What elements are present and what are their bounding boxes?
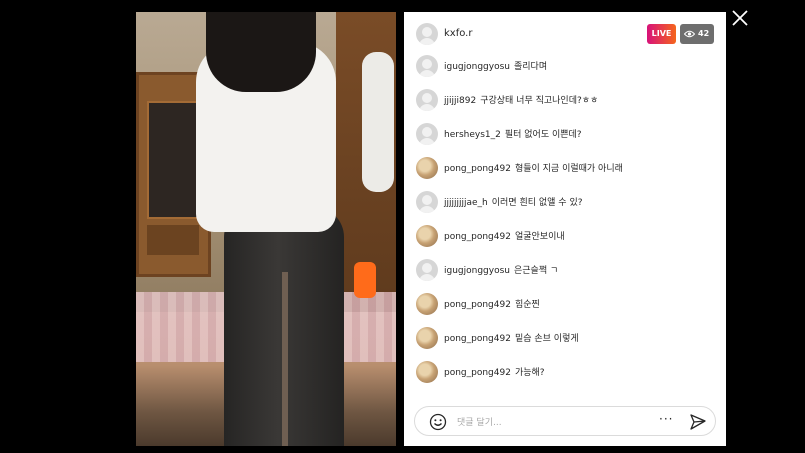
commenter-avatar[interactable] — [416, 157, 438, 179]
close-button[interactable] — [730, 8, 750, 28]
live-video[interactable] — [136, 12, 396, 446]
host-avatar[interactable] — [416, 23, 438, 45]
comment-username[interactable]: pong_pong492 — [444, 232, 511, 242]
comment-text: 힘순찐 — [514, 300, 540, 310]
comment-text: 형들이 지금 이럴때가 아니래 — [514, 164, 623, 174]
comment-username[interactable]: pong_pong492 — [444, 334, 511, 344]
eye-icon — [684, 30, 695, 38]
video-object — [354, 262, 376, 298]
commenter-avatar[interactable] — [416, 293, 438, 315]
comment-text: 얼굴안보이내 — [514, 232, 565, 242]
commenter-avatar[interactable] — [416, 191, 438, 213]
comment-item: igugjonggyosu 은근슬쩍 ㄱ — [404, 258, 726, 282]
comment-item: pong_pong492 가능해? — [404, 360, 726, 384]
commenter-avatar[interactable] — [416, 55, 438, 77]
comment-username[interactable]: pong_pong492 — [444, 368, 511, 378]
comment-item: pong_pong492 힘순찐 — [404, 292, 726, 316]
video-leg-gap — [282, 272, 288, 446]
viewer-count: 42 — [698, 29, 710, 38]
commenter-avatar[interactable] — [416, 259, 438, 281]
comment-input-bar[interactable]: 댓글 달기... ··· — [414, 406, 716, 436]
comment-username[interactable]: hersheys1_2 — [444, 130, 501, 140]
comment-input[interactable]: 댓글 달기... — [457, 415, 502, 428]
commenter-avatar[interactable] — [416, 89, 438, 111]
comment-username[interactable]: jjjjjjjjjae_h — [444, 198, 488, 208]
comment-item: pong_pong492 형들이 지금 이럴때가 아니래 — [404, 156, 726, 180]
comment-item: jjjjjjjjjae_h 이러면 흰티 없앨 수 있? — [404, 190, 726, 214]
live-badge: LIVE — [647, 24, 676, 44]
viewer-count-badge: 42 — [680, 24, 714, 44]
comment-username[interactable]: pong_pong492 — [444, 164, 511, 174]
live-comments-panel: kxfo.r LIVE 42 igugjonggyosu 졸리다며 jjijji8… — [404, 12, 726, 446]
commenter-avatar[interactable] — [416, 225, 438, 247]
comment-username[interactable]: jjijji892 — [444, 96, 476, 106]
comment-text: 은근슬쩍 ㄱ — [514, 266, 559, 276]
comment-text: 졸리다며 — [514, 62, 548, 72]
comment-item: hersheys1_2 필터 없어도 이쁜데? — [404, 122, 726, 146]
comment-item: jjijji892 구강상태 너무 직고나인데?ㅎㅎ — [404, 88, 726, 112]
video-person-hair — [206, 12, 316, 92]
emoji-icon — [429, 413, 447, 431]
comment-text: 밑슴 손브 이렇게 — [514, 334, 579, 344]
comment-text: 필터 없어도 이쁜데? — [504, 130, 582, 140]
send-icon — [690, 414, 706, 430]
commenter-avatar[interactable] — [416, 327, 438, 349]
emoji-button[interactable] — [429, 413, 447, 435]
commenter-avatar[interactable] — [416, 361, 438, 383]
commenter-avatar[interactable] — [416, 123, 438, 145]
send-button[interactable] — [689, 413, 707, 435]
panel-header: kxfo.r LIVE 42 — [404, 12, 726, 56]
comment-text: 가능해? — [514, 368, 545, 378]
comment-item: igugjonggyosu 졸리다며 — [404, 54, 726, 78]
comment-text: 이러면 흰티 없앨 수 있? — [491, 198, 583, 208]
comment-username[interactable]: pong_pong492 — [444, 300, 511, 310]
video-person-arm-right — [362, 52, 394, 192]
comment-item: pong_pong492 밑슴 손브 이렇게 — [404, 326, 726, 350]
comment-item: pong_pong492 얼굴안보이내 — [404, 224, 726, 248]
close-icon — [732, 10, 748, 26]
host-username[interactable]: kxfo.r — [444, 28, 472, 39]
more-options-button[interactable]: ··· — [659, 412, 673, 426]
comment-username[interactable]: igugjonggyosu — [444, 266, 510, 276]
comment-username[interactable]: igugjonggyosu — [444, 62, 510, 72]
comment-text: 구강상태 너무 직고나인데?ㅎㅎ — [480, 96, 599, 106]
